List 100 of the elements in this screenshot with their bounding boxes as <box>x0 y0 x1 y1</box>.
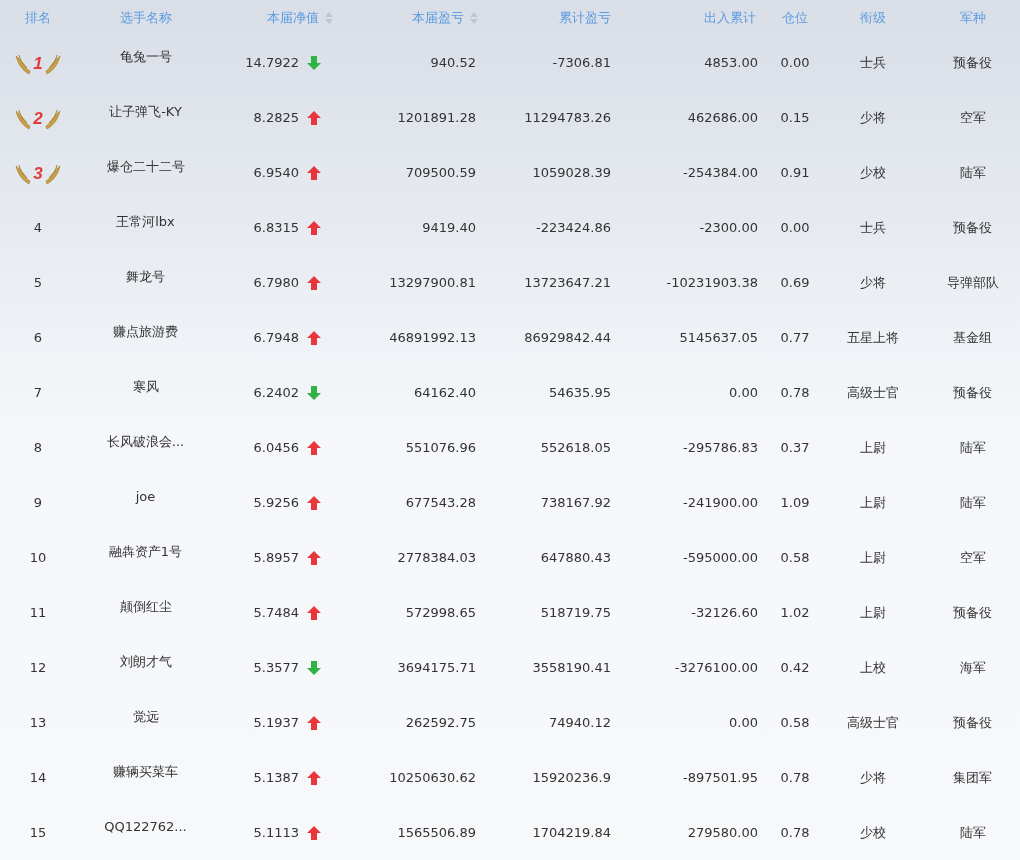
table-cell-text: 导弹部队 <box>945 273 1000 292</box>
net-value-cell: 8.2825 <box>253 110 299 125</box>
table-cell-text: 3558190.41 <box>531 660 612 675</box>
table-cell-text: 陆军 <box>958 163 987 182</box>
table-cell-text: 738167.92 <box>539 495 612 510</box>
table-cell-text: 677543.28 <box>404 495 477 510</box>
table-cell-text: 4853.00 <box>703 55 759 70</box>
table-cell-text: 1.09 <box>779 495 811 510</box>
table-cell-text: 0.00 <box>779 220 811 235</box>
rank-cell-text: 11 <box>28 605 48 620</box>
table-cell-text: -7306.81 <box>551 55 612 70</box>
rank-cell-text: 7 <box>32 385 44 400</box>
table-cell-text: 0.15 <box>779 110 811 125</box>
net-value-cell: 6.2402 <box>253 385 299 400</box>
table-cell-text: 陆军 <box>958 438 987 457</box>
player-name: 刘朗才气 <box>118 652 173 671</box>
rank-cell-text: 9 <box>32 495 44 510</box>
player-name: 觉远 <box>131 707 160 726</box>
table-cell-text: 709500.59 <box>404 165 477 180</box>
table-cell-text: 少校 <box>858 163 887 182</box>
table-cell-text: 少校 <box>858 823 887 842</box>
table-cell-text: 2778384.03 <box>396 550 477 565</box>
player-name: 王常河lbx <box>115 212 176 231</box>
rank-cell-text: 5 <box>32 275 44 290</box>
player-name: 让子弹飞-KY <box>108 102 183 121</box>
table-cell-text: 预备役 <box>952 383 993 402</box>
column-header: 军种 <box>958 8 987 27</box>
table-cell-text: 0.42 <box>779 660 811 675</box>
table-cell-text: 陆军 <box>958 493 987 512</box>
table-cell-text: 0.78 <box>779 825 811 840</box>
table-cell-text: 士兵 <box>858 218 887 237</box>
table-cell-text: 647880.43 <box>539 550 612 565</box>
table-cell-text: 86929842.44 <box>523 330 612 345</box>
rank-cell-text: 10 <box>28 550 48 565</box>
table-cell-text: 0.78 <box>779 385 811 400</box>
table-cell-text: 1059028.39 <box>531 165 612 180</box>
table-cell-text: -295786.83 <box>682 440 759 455</box>
sort-icon[interactable] <box>470 11 478 24</box>
player-name: 龟兔一号 <box>118 47 173 66</box>
column-header[interactable]: 本届净值 <box>215 8 345 27</box>
table-cell-text: 462686.00 <box>686 110 759 125</box>
net-value-cell: 5.1937 <box>253 715 299 730</box>
rank-cell-text: 8 <box>32 440 44 455</box>
table-cell-text: 预备役 <box>952 218 993 237</box>
player-name: 舞龙号 <box>125 267 166 286</box>
table-cell-text: 海军 <box>958 658 987 677</box>
table-cell-text: 五星上将 <box>845 328 900 347</box>
table-cell-text: 上尉 <box>858 603 887 622</box>
table-cell-text: 少将 <box>858 108 887 127</box>
net-value-cell: 5.8957 <box>253 550 299 565</box>
table-cell-text: -2300.00 <box>698 220 759 235</box>
table-cell-text: 集团军 <box>952 768 993 787</box>
table-cell-text: 预备役 <box>952 603 993 622</box>
table-cell-text: 0.58 <box>779 715 811 730</box>
table-cell-text: 空军 <box>958 108 987 127</box>
table-cell-text: 9419.40 <box>421 220 477 235</box>
player-name: joe <box>134 489 157 504</box>
player-name: 融犇资产1号 <box>107 542 184 561</box>
table-cell-text: 13723647.21 <box>523 275 612 290</box>
rank-cell-text: 12 <box>28 660 48 675</box>
laurel-rank-badge: 3 <box>14 159 62 186</box>
table-cell-text: -897501.95 <box>682 770 759 785</box>
table-cell-text: 0.37 <box>779 440 811 455</box>
table-cell-text: 上尉 <box>858 438 887 457</box>
table-cell-text: 0.00 <box>779 55 811 70</box>
column-header: 仓位 <box>781 8 809 27</box>
table-cell-text: 1704219.84 <box>531 825 612 840</box>
table-cell-text: 940.52 <box>429 55 477 70</box>
table-cell-text: 279580.00 <box>686 825 759 840</box>
table-cell-text: -223424.86 <box>535 220 612 235</box>
player-name: 寒风 <box>131 377 160 396</box>
table-cell-text: 空军 <box>958 548 987 567</box>
table-cell-text: -241900.00 <box>682 495 759 510</box>
net-value-cell: 5.9256 <box>253 495 299 510</box>
table-cell-text: 基金组 <box>952 328 993 347</box>
table-cell-text: 551076.96 <box>404 440 477 455</box>
table-cell-text: 46891992.13 <box>388 330 477 345</box>
table-cell-text: -595000.00 <box>682 550 759 565</box>
table-cell-text: -254384.00 <box>682 165 759 180</box>
column-header: 出入累计 <box>703 8 757 27</box>
column-header: 累计盈亏 <box>558 8 612 27</box>
laurel-rank-badge: 2 <box>14 104 62 131</box>
column-header[interactable]: 本届盈亏 <box>345 8 490 27</box>
net-value-cell: 6.7980 <box>253 275 299 290</box>
net-value-cell: 5.1387 <box>253 770 299 785</box>
table-cell-text: 10250630.62 <box>388 770 477 785</box>
rank-cell-text: 14 <box>28 770 48 785</box>
table-cell-text: 上尉 <box>858 548 887 567</box>
table-cell-text: 54635.95 <box>547 385 612 400</box>
net-value-cell: 6.9540 <box>253 165 299 180</box>
table-cell-text: 13297900.81 <box>388 275 477 290</box>
table-cell-text: 预备役 <box>952 713 993 732</box>
net-value-cell: 5.3577 <box>253 660 299 675</box>
table-cell-text: 15920236.9 <box>531 770 612 785</box>
table-cell-text: 上校 <box>858 658 887 677</box>
rank-cell-text: 13 <box>28 715 48 730</box>
table-cell-text: 262592.75 <box>404 715 477 730</box>
sort-icon[interactable] <box>325 11 333 24</box>
table-cell-text: -32126.60 <box>690 605 759 620</box>
net-value-cell: 14.7922 <box>245 55 299 70</box>
